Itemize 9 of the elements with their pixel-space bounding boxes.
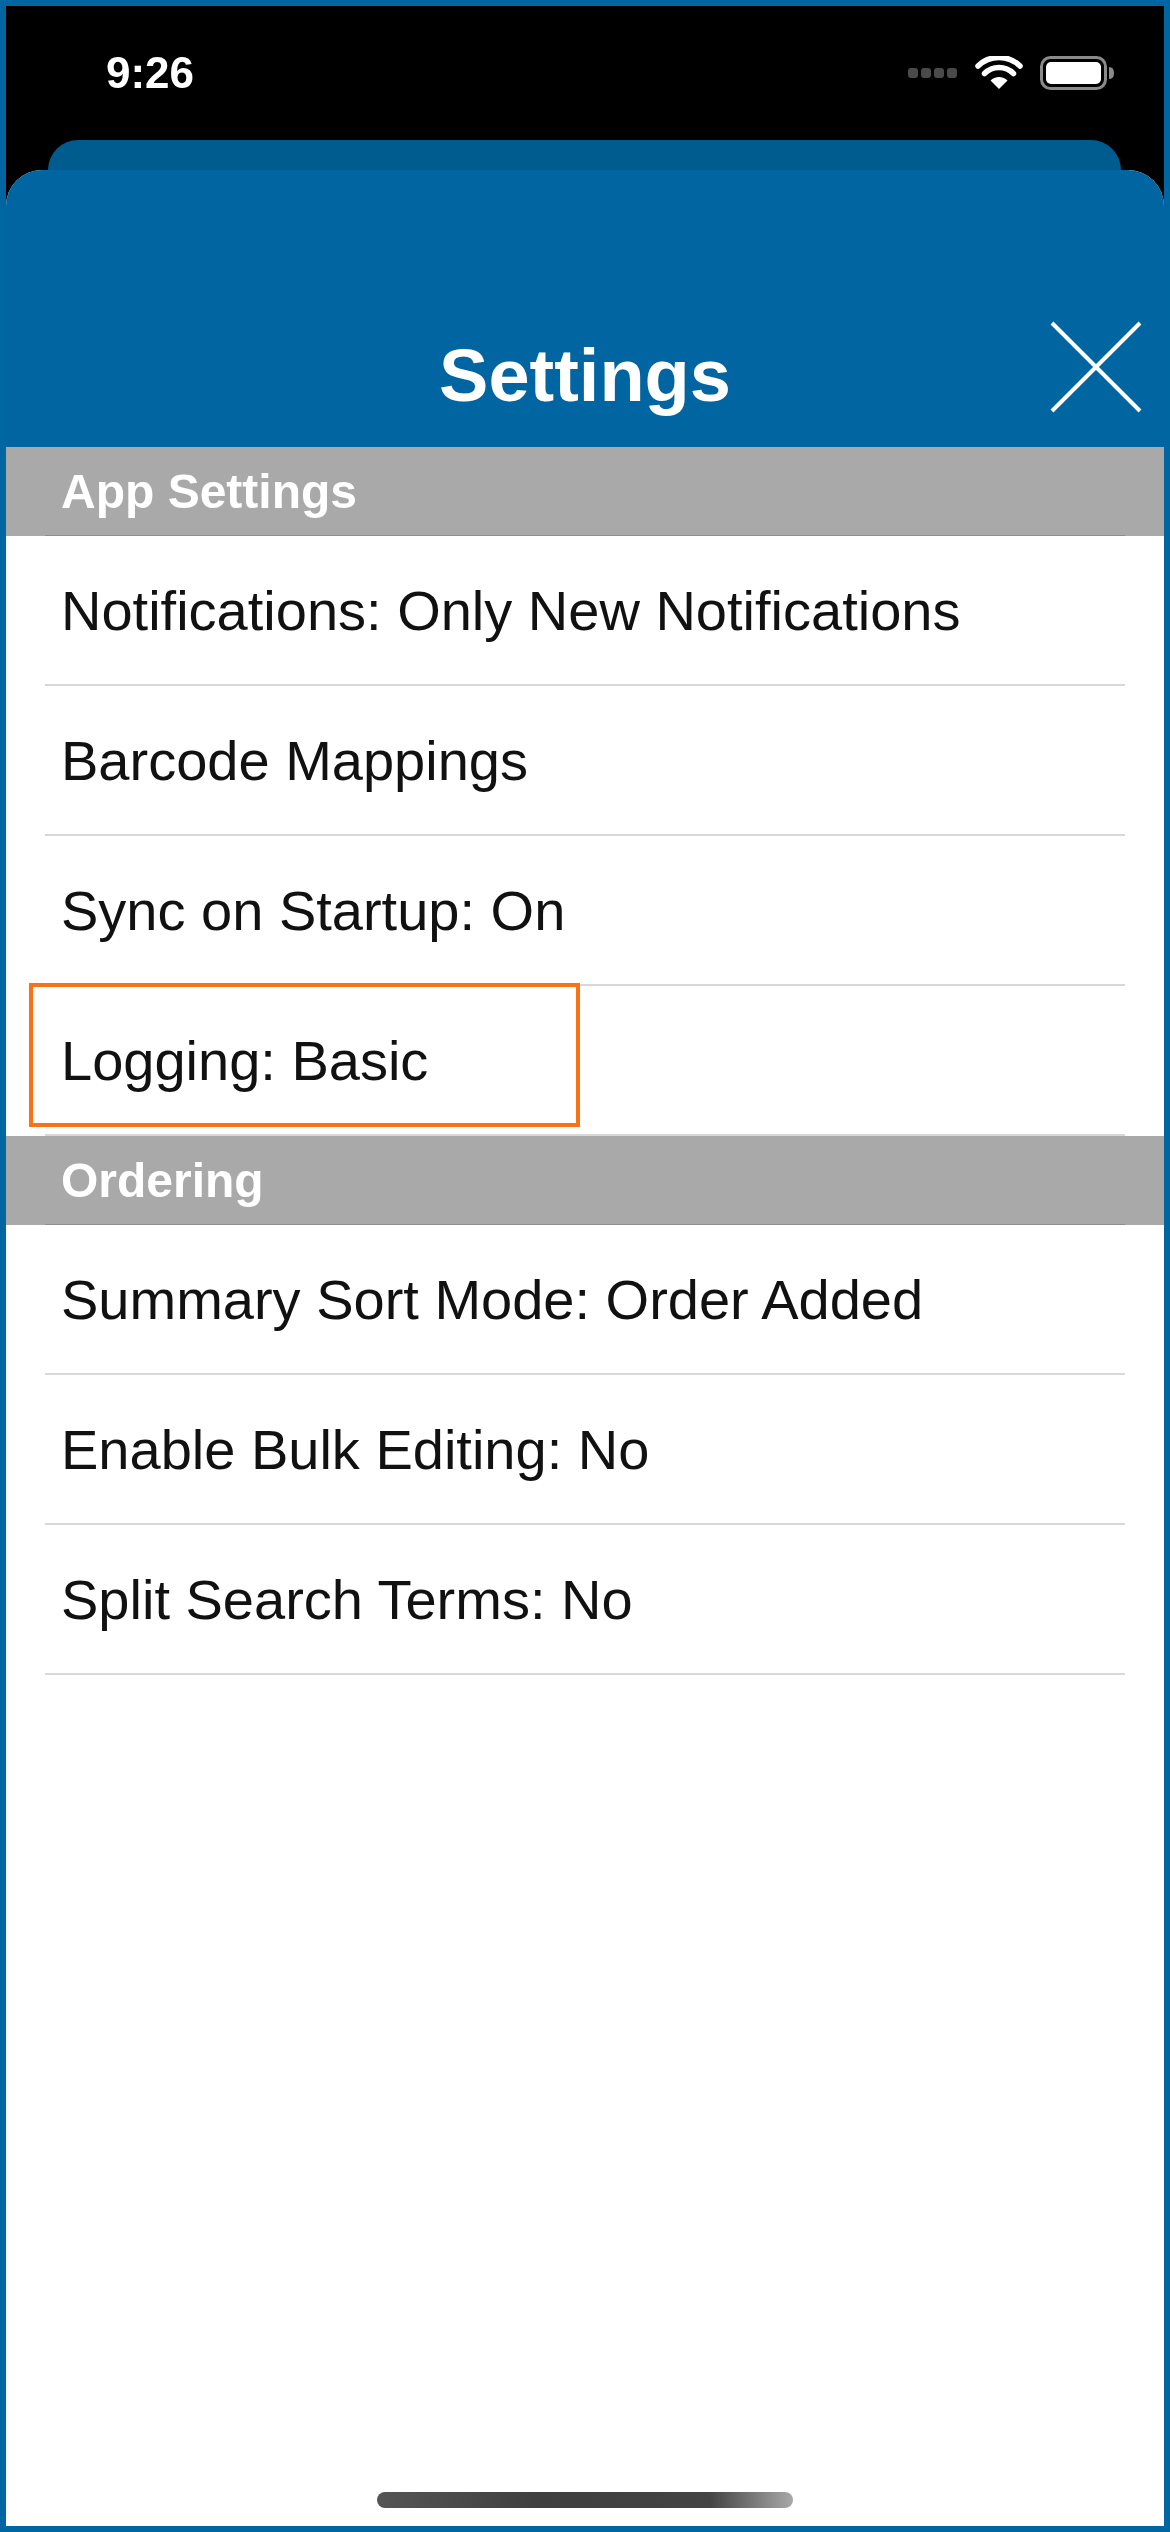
close-icon bbox=[1050, 321, 1142, 413]
battery-icon bbox=[1040, 56, 1114, 90]
close-button[interactable] bbox=[1050, 321, 1142, 413]
sheet-title: Settings bbox=[439, 333, 731, 420]
section-title: App Settings bbox=[61, 464, 357, 519]
wifi-icon bbox=[975, 56, 1023, 90]
signal-dots-icon bbox=[908, 68, 958, 78]
status-time: 9:26 bbox=[106, 48, 195, 98]
section-title: Ordering bbox=[61, 1153, 264, 1208]
